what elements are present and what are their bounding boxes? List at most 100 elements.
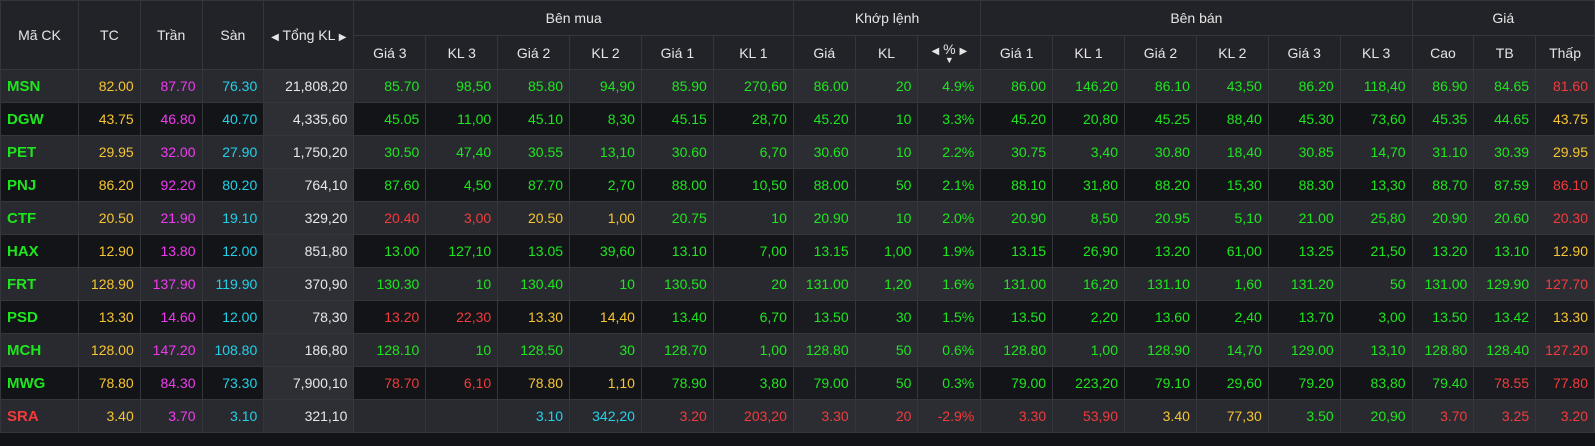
buy-cell[interactable]: 13.10: [640, 234, 714, 268]
sell-cell[interactable]: 45.25: [1124, 102, 1197, 136]
buy-cell[interactable]: 128.70: [640, 333, 714, 367]
buy-cell[interactable]: 3.10: [497, 399, 571, 433]
sell-cell[interactable]: 86.20: [1267, 69, 1341, 103]
sell-cell[interactable]: 20,90: [1339, 399, 1413, 433]
buy-cell[interactable]: 30.55: [497, 135, 571, 169]
sell-cell[interactable]: 128.80: [980, 333, 1054, 367]
buy-cell[interactable]: 342,20: [569, 399, 642, 433]
sell-cell[interactable]: 79.20: [1267, 366, 1341, 400]
buy-cell[interactable]: 85.70: [353, 69, 427, 103]
header-buy-col[interactable]: KL 1: [712, 35, 794, 70]
stock-symbol[interactable]: FRT: [0, 267, 79, 301]
sell-cell[interactable]: 20.95: [1124, 201, 1197, 235]
sell-cell[interactable]: 86.00: [980, 69, 1054, 103]
buy-cell[interactable]: 85.90: [640, 69, 714, 103]
header-buy-col[interactable]: Giá 2: [497, 35, 571, 70]
sell-cell[interactable]: 13.25: [1267, 234, 1341, 268]
header-buy-col[interactable]: Giá 3: [353, 35, 427, 70]
chevron-right-icon[interactable]: ▶: [959, 46, 967, 57]
buy-cell[interactable]: 130.30: [353, 267, 427, 301]
buy-cell[interactable]: 14,40: [569, 300, 642, 334]
stock-symbol[interactable]: MCH: [0, 333, 79, 367]
buy-cell[interactable]: 3,00: [425, 201, 499, 235]
buy-cell[interactable]: 7,00: [712, 234, 794, 268]
sell-cell[interactable]: 13.50: [980, 300, 1054, 334]
stock-symbol[interactable]: HAX: [0, 234, 79, 268]
sell-cell[interactable]: 88.20: [1124, 168, 1197, 202]
sell-cell[interactable]: 31,80: [1052, 168, 1125, 202]
buy-cell[interactable]: 30: [569, 333, 642, 367]
sell-cell[interactable]: 45.30: [1267, 102, 1341, 136]
buy-cell[interactable]: 130.40: [497, 267, 571, 301]
table-row[interactable]: PNJ 86.20 92.20 80.20 764,10 87.60 4,50 87.70 2,…: [0, 168, 1595, 202]
sell-cell[interactable]: 53,90: [1052, 399, 1125, 433]
sell-cell[interactable]: 3.40: [1124, 399, 1197, 433]
sell-cell[interactable]: 15,30: [1195, 168, 1269, 202]
sell-cell[interactable]: 18,40: [1195, 135, 1269, 169]
sell-cell[interactable]: 50: [1339, 267, 1413, 301]
buy-cell[interactable]: 45.15: [640, 102, 714, 136]
sell-cell[interactable]: 86.10: [1124, 69, 1197, 103]
buy-cell[interactable]: 88.00: [640, 168, 714, 202]
sell-cell[interactable]: 1,60: [1195, 267, 1269, 301]
sell-cell[interactable]: 73,60: [1339, 102, 1413, 136]
sell-cell[interactable]: 20,80: [1052, 102, 1125, 136]
buy-cell[interactable]: 87.70: [497, 168, 571, 202]
buy-cell[interactable]: 20.50: [497, 201, 571, 235]
header-sell-col[interactable]: KL 2: [1195, 35, 1269, 70]
buy-cell[interactable]: 130.50: [640, 267, 714, 301]
sell-cell[interactable]: 128.90: [1124, 333, 1197, 367]
stock-symbol[interactable]: SRA: [0, 399, 79, 433]
sell-cell[interactable]: 77,30: [1195, 399, 1269, 433]
sell-cell[interactable]: 79.00: [980, 366, 1054, 400]
header-sell-col[interactable]: Giá 2: [1124, 35, 1197, 70]
sell-cell[interactable]: 118,40: [1339, 69, 1413, 103]
sell-cell[interactable]: 13.20: [1124, 234, 1197, 268]
sell-cell[interactable]: 131.20: [1267, 267, 1341, 301]
buy-cell[interactable]: 6,70: [712, 300, 794, 334]
table-row[interactable]: HAX 12.90 13.80 12.00 851,80 13.00 127,10 13.05…: [0, 234, 1595, 268]
sell-cell[interactable]: 30.80: [1124, 135, 1197, 169]
sell-cell[interactable]: 21.00: [1267, 201, 1341, 235]
buy-cell[interactable]: 270,60: [712, 69, 794, 103]
buy-cell[interactable]: 13.30: [497, 300, 571, 334]
header-tran[interactable]: Trần: [139, 0, 203, 70]
sell-cell[interactable]: 3.30: [980, 399, 1054, 433]
sell-cell[interactable]: 14,70: [1339, 135, 1413, 169]
chevron-left-icon[interactable]: ◀: [932, 46, 940, 57]
sell-cell[interactable]: 43,50: [1195, 69, 1269, 103]
header-sell-col[interactable]: KL 3: [1339, 35, 1413, 70]
buy-cell[interactable]: 1,10: [569, 366, 642, 400]
sell-cell[interactable]: 29,60: [1195, 366, 1269, 400]
buy-cell[interactable]: 13.40: [640, 300, 714, 334]
sell-cell[interactable]: 20.90: [980, 201, 1054, 235]
sell-cell[interactable]: 26,90: [1052, 234, 1125, 268]
buy-cell[interactable]: 1,00: [712, 333, 794, 367]
sell-cell[interactable]: 3.50: [1267, 399, 1341, 433]
header-match-volume[interactable]: KL: [854, 35, 919, 70]
sell-cell[interactable]: 21,50: [1339, 234, 1413, 268]
sell-cell[interactable]: 223,20: [1052, 366, 1125, 400]
buy-cell[interactable]: 128.10: [353, 333, 427, 367]
stock-symbol[interactable]: MSN: [0, 69, 79, 103]
sell-cell[interactable]: 146,20: [1052, 69, 1125, 103]
header-sell-col[interactable]: Giá 1: [980, 35, 1054, 70]
header-match-percent[interactable]: ◀ % ▶ ▼: [917, 35, 982, 70]
table-row[interactable]: MSN 82.00 87.70 76.30 21,808,20 85.70 98,50 85.…: [0, 69, 1595, 103]
table-row[interactable]: SRA 3.40 3.70 3.10 321,10 3.10 342,20 3.20 203,2…: [0, 399, 1595, 433]
buy-cell[interactable]: 3,80: [712, 366, 794, 400]
chevron-left-icon[interactable]: ◀: [271, 32, 279, 43]
buy-cell[interactable]: 2,70: [569, 168, 642, 202]
buy-cell[interactable]: 3.20: [640, 399, 714, 433]
sell-cell[interactable]: 88.10: [980, 168, 1054, 202]
sell-cell[interactable]: 13.60: [1124, 300, 1197, 334]
sell-cell[interactable]: 88,40: [1195, 102, 1269, 136]
sort-down-icon[interactable]: ▼: [924, 56, 974, 65]
stock-symbol[interactable]: PSD: [0, 300, 79, 334]
sell-cell[interactable]: 30.75: [980, 135, 1054, 169]
stock-symbol[interactable]: CTF: [0, 201, 79, 235]
buy-cell[interactable]: 6,70: [712, 135, 794, 169]
buy-cell[interactable]: 39,60: [569, 234, 642, 268]
sell-cell[interactable]: 2,40: [1195, 300, 1269, 334]
header-buy-col[interactable]: KL 3: [425, 35, 499, 70]
